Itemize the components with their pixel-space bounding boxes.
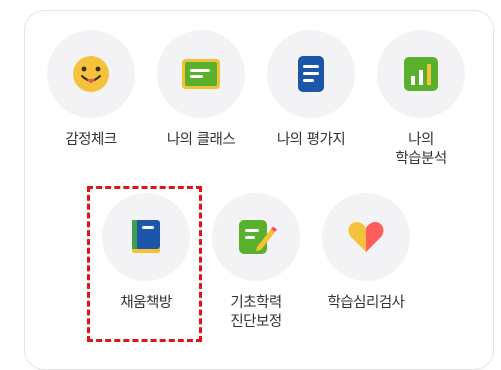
bar-chart-icon [404,57,438,91]
menu-item-label: 나의 평가지 [276,132,346,148]
board-icon [182,59,220,89]
menu-item-my-class[interactable]: 나의 클래스 [151,30,251,150]
smiley-face-icon [73,56,109,92]
menu-item-emotion-check-circle [47,30,135,118]
menu-item-label: 학습심리검사 [327,295,405,311]
menu-item-basic-academic-diagnosis-circle [212,193,300,281]
menu-item-label: 나의 클래스 [166,132,236,148]
menu-item-my-learning-analysis-circle [377,30,465,118]
heart-icon [348,222,384,252]
menu-item-emotion-check[interactable]: 감정체크 [41,30,141,150]
menu-item-label: 나의 학습분석 [395,132,447,167]
menu-item-my-evaluation-circle [267,30,355,118]
menu-item-my-learning-analysis[interactable]: 나의 학습분석 [371,30,471,169]
highlight-box [87,186,202,342]
edit-note-icon [239,220,277,254]
menu-item-learning-psychology-test-circle [322,193,410,281]
menu-item-label: 기초학력 진단보정 [230,295,282,330]
menu-item-my-class-circle [157,30,245,118]
menu-item-label: 감정체크 [65,132,117,148]
menu-item-learning-psychology-test[interactable]: 학습심리검사 [316,193,416,313]
menu-item-my-evaluation[interactable]: 나의 평가지 [261,30,361,150]
document-icon [298,56,324,92]
menu-item-basic-academic-diagnosis[interactable]: 기초학력 진단보정 [206,193,306,332]
